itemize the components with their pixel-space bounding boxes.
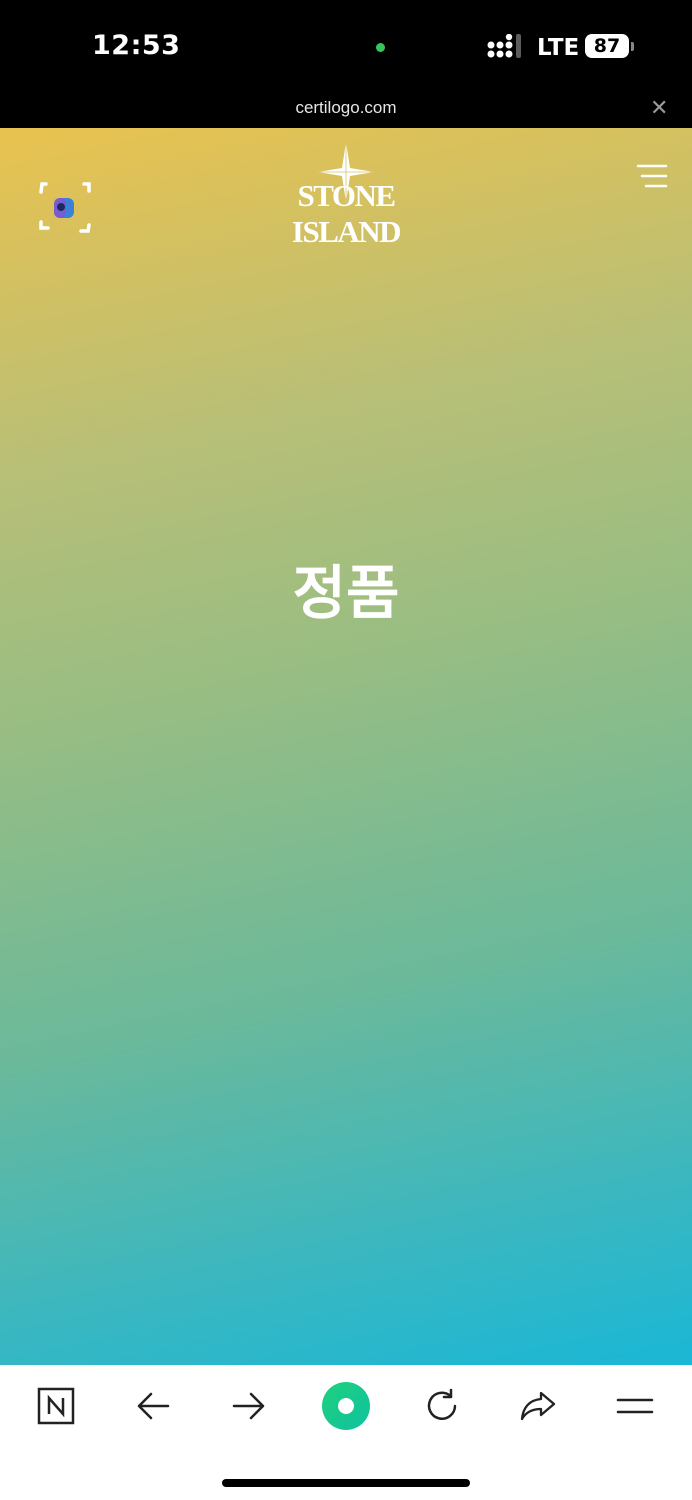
home-indicator [222,1479,470,1487]
reload-icon[interactable] [412,1383,472,1429]
url-bar[interactable]: certilogo.com ✕ [0,92,692,128]
web-content: STONE ISLAND 정품 [0,128,692,1365]
battery-level: 87 [585,34,629,58]
battery-icon [631,42,634,51]
green-dot-icon[interactable] [316,1382,376,1430]
browser-toolbar [0,1365,692,1500]
status-bar: 12:53 LTE 87 [0,0,692,92]
signal-icon [487,34,521,58]
brand-name: STONE ISLAND [291,178,402,249]
hamburger-menu-icon[interactable] [632,164,668,188]
network-type: LTE [537,35,580,61]
scan-button[interactable] [38,181,92,235]
forward-arrow-icon[interactable] [219,1383,279,1429]
camera-indicator-icon [376,43,385,52]
url-text[interactable]: certilogo.com [0,98,692,118]
menu-icon[interactable] [605,1383,665,1429]
close-icon[interactable]: ✕ [650,95,668,121]
brand-logo[interactable]: STONE ISLAND [246,142,446,249]
naver-home-icon[interactable] [26,1383,86,1429]
status-time: 12:53 [92,30,181,61]
back-arrow-icon[interactable] [123,1383,183,1429]
share-icon[interactable] [508,1383,568,1429]
authenticity-result: 정품 [292,559,400,627]
